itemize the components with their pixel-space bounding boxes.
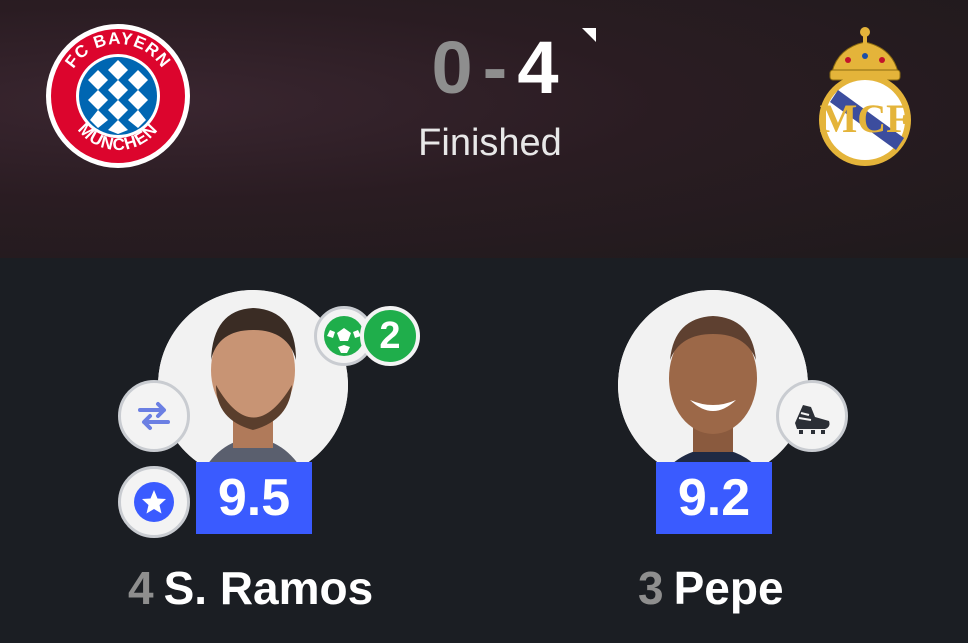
substitution-icon[interactable]: [118, 380, 190, 452]
player-name-pepe[interactable]: 3 Pepe: [638, 560, 784, 616]
fc-bayern-crest-icon: FC BAYERN MÜNCHEN: [46, 24, 190, 168]
score-corner-mark: [582, 28, 596, 42]
player-rating: 9.2: [656, 462, 772, 534]
player-photo: [618, 290, 808, 480]
player-number: 4: [128, 562, 154, 614]
home-score: 0: [431, 26, 473, 109]
player-name: S. Ramos: [163, 562, 374, 614]
match-header: FC BAYERN MÜNCHEN 0-4 Finished MCF: [0, 0, 968, 258]
score: 0-4: [400, 28, 590, 108]
player-name-ramos[interactable]: 4 S. Ramos: [128, 560, 373, 616]
away-score: 4: [517, 26, 559, 109]
player-avatar-pepe[interactable]: [618, 290, 808, 480]
home-team-crest[interactable]: FC BAYERN MÜNCHEN: [44, 22, 192, 170]
real-madrid-crest-icon: MCF: [819, 27, 911, 166]
score-separator: -: [482, 26, 508, 109]
goal-count-badge: 2: [360, 306, 420, 366]
player-name: Pepe: [673, 562, 784, 614]
goal-count: 2: [379, 315, 401, 357]
football-boot-icon[interactable]: [776, 380, 848, 452]
crest-monogram: MCF: [819, 96, 910, 141]
star-icon[interactable]: [118, 466, 190, 538]
player-rating: 9.5: [196, 462, 312, 534]
match-status: Finished: [418, 122, 562, 164]
goals-badge[interactable]: 2: [314, 300, 424, 372]
away-team-crest[interactable]: MCF: [808, 20, 922, 168]
player-number: 3: [638, 562, 664, 614]
